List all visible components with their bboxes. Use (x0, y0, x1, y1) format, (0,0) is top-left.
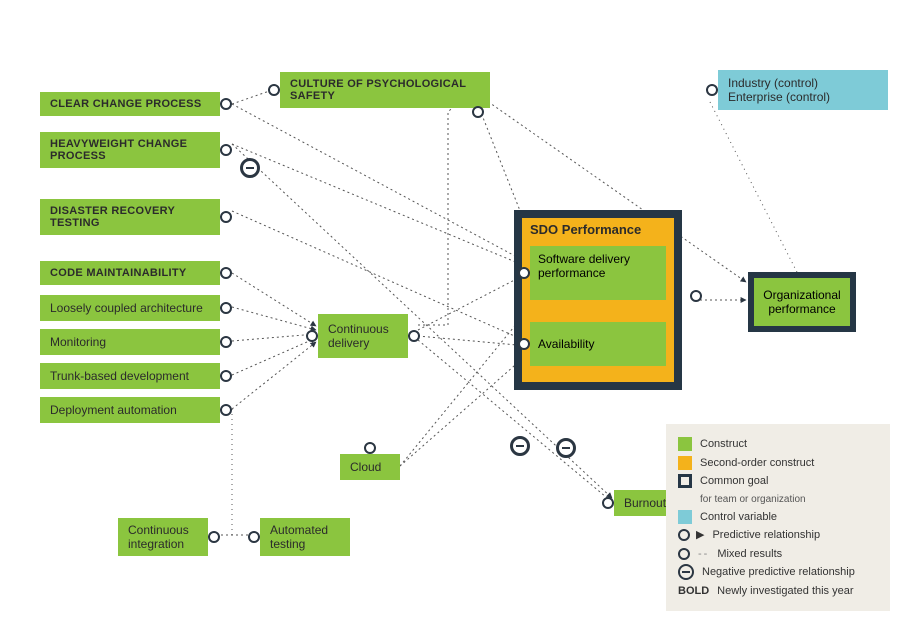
out-port (220, 370, 232, 382)
in-port (306, 330, 318, 342)
in-port (518, 338, 530, 350)
node-label: Deployment automation (50, 403, 177, 417)
node-label: Continuous delivery (328, 322, 398, 350)
node-culture-psychological-safety: CULTURE OF PSYCHOLOGICAL SAFETY (280, 72, 490, 108)
out-port (220, 98, 232, 110)
in-port (602, 497, 614, 509)
legend-label: Control variable (700, 509, 777, 526)
node-cloud: Cloud (340, 454, 400, 480)
legend-swatch-control (678, 510, 692, 524)
node-control-variables: Industry (control) Enterprise (control) (718, 70, 888, 110)
node-disaster-recovery-testing: DISASTER RECOVERY TESTING (40, 199, 220, 235)
legend-swatch-construct (678, 437, 692, 451)
legend-label: Mixed results (717, 546, 782, 563)
node-continuous-delivery: Continuous delivery (318, 314, 408, 358)
legend-label: Predictive relationship (712, 527, 820, 544)
node-label: Continuous integration (128, 523, 198, 551)
out-port (220, 302, 232, 314)
node-label: Loosely coupled architecture (50, 301, 203, 315)
in-port (518, 267, 530, 279)
sdo-out-port (690, 290, 702, 302)
legend-swatch-second-order (678, 456, 692, 470)
node-continuous-integration: Continuous integration (118, 518, 208, 556)
out-port (220, 267, 232, 279)
legend-swatch-common-goal (678, 474, 692, 488)
node-label: Automated testing (270, 523, 340, 551)
node-software-delivery-performance: Software delivery performance (530, 246, 666, 300)
node-label: Availability (538, 337, 594, 351)
legend-sublabel: for team or organization (700, 492, 878, 507)
out-port (248, 531, 260, 543)
node-label: Trunk-based development (50, 369, 189, 383)
node-clear-change-process: CLEAR CHANGE PROCESS (40, 92, 220, 116)
in-port (268, 84, 280, 96)
node-label: Burnout (624, 496, 666, 510)
node-label: CLEAR CHANGE PROCESS (50, 98, 201, 110)
node-deployment-automation: Deployment automation (40, 397, 220, 423)
legend-mixed-icon (678, 548, 690, 560)
negative-icon (240, 158, 260, 178)
out-port (220, 336, 232, 348)
legend-label: Negative predictive relationship (702, 564, 855, 581)
node-label: Software delivery performance (538, 252, 630, 280)
legend-label: Common goal (700, 473, 768, 490)
node-monitoring: Monitoring (40, 329, 220, 355)
node-label: Monitoring (50, 335, 106, 349)
node-label: Cloud (350, 460, 381, 474)
node-availability: Availability (530, 322, 666, 366)
out-port (220, 404, 232, 416)
out-port (220, 211, 232, 223)
node-label: HEAVYWEIGHT CHANGE PROCESS (50, 138, 210, 162)
control-industry: Industry (control) (728, 76, 878, 90)
node-organizational-performance: Organizational performance (748, 272, 856, 332)
legend-predictive-icon (678, 529, 690, 541)
out-port (220, 144, 232, 156)
node-code-maintainability: CODE MAINTAINABILITY (40, 261, 220, 285)
out-port (706, 84, 718, 96)
node-label: DISASTER RECOVERY TESTING (50, 205, 210, 229)
in-port (208, 531, 220, 543)
legend-label: Construct (700, 436, 747, 453)
node-label: CODE MAINTAINABILITY (50, 267, 187, 279)
negative-icon (510, 436, 530, 456)
legend-bold: BOLD (678, 583, 709, 600)
node-trunk-based-development: Trunk-based development (40, 363, 220, 389)
node-label: Organizational performance (758, 288, 846, 316)
legend-label: Newly investigated this year (717, 583, 853, 600)
node-heavyweight-change-process: HEAVYWEIGHT CHANGE PROCESS (40, 132, 220, 168)
in-port-bottom (472, 106, 484, 118)
negative-icon (556, 438, 576, 458)
out-port (364, 442, 376, 454)
node-sdo-performance-title: SDO Performance (530, 222, 641, 237)
legend-negative-icon (678, 564, 694, 580)
node-automated-testing: Automated testing (260, 518, 350, 556)
out-port (408, 330, 420, 342)
node-label: CULTURE OF PSYCHOLOGICAL SAFETY (290, 78, 480, 102)
legend: Construct Second-order construct Common … (666, 424, 890, 611)
legend-label: Second-order construct (700, 455, 814, 472)
node-loosely-coupled-architecture: Loosely coupled architecture (40, 295, 220, 321)
control-enterprise: Enterprise (control) (728, 90, 878, 104)
